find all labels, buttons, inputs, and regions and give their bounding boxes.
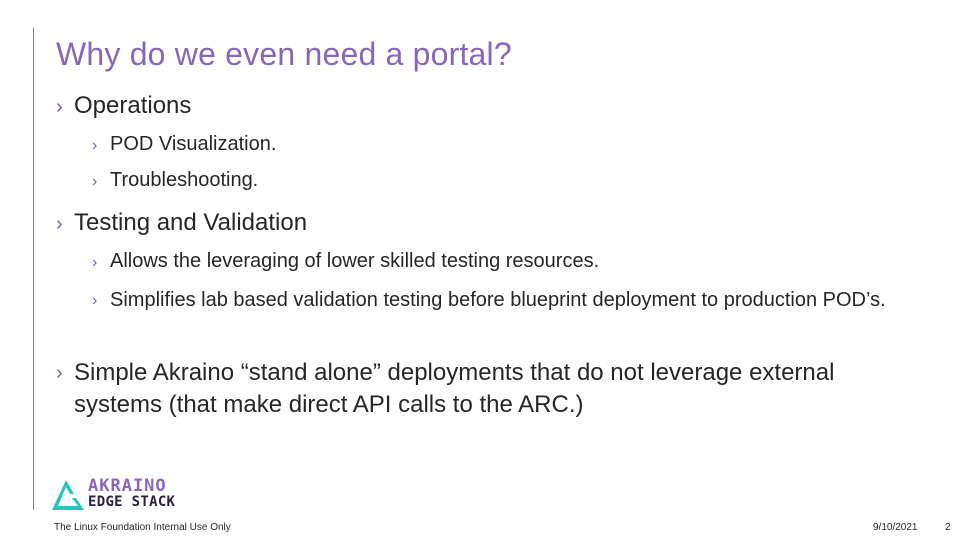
akraino-mark-icon — [52, 480, 84, 510]
chevron-bullet-icon: › — [92, 173, 98, 190]
chevron-bullet-icon: › — [92, 292, 98, 309]
bullet-text: Operations — [74, 92, 192, 119]
bullet-operations: › Operations — [56, 92, 191, 120]
slide-number: 2 — [945, 522, 951, 533]
logo-akraino-text: AKRAINO — [88, 476, 167, 496]
slide-title: Why do we even need a portal? — [56, 36, 512, 72]
chevron-bullet-icon: › — [92, 254, 98, 271]
chevron-bullet-icon: › — [56, 96, 63, 118]
bullet-text: Simple Akraino “stand alone” deployments… — [74, 359, 835, 418]
bullet-text: Simplifies lab based validation testing … — [110, 289, 886, 311]
sub-bullet-lower-skilled: › Allows the leveraging of lower skilled … — [92, 250, 599, 273]
chevron-bullet-icon: › — [56, 362, 63, 384]
akraino-logo: AKRAINO EDGE STACK — [50, 476, 190, 512]
left-vertical-rule — [33, 28, 34, 510]
bullet-text: POD Visualization. — [110, 133, 277, 155]
bullet-text: Testing and Validation — [74, 209, 308, 236]
sub-bullet-troubleshooting: › Troubleshooting. — [92, 169, 258, 192]
bullet-text: Allows the leveraging of lower skilled t… — [110, 250, 600, 272]
chevron-bullet-icon: › — [92, 137, 98, 154]
footer-confidentiality: The Linux Foundation Internal Use Only — [54, 522, 231, 533]
sub-bullet-lab-validation: › Simplifies lab based validation testing… — [92, 285, 912, 316]
footer-date: 9/10/2021 — [873, 522, 918, 533]
logo-edge-stack-text: EDGE STACK — [88, 494, 176, 510]
bullet-stand-alone: › Simple Akraino “stand alone” deployment… — [56, 357, 876, 421]
chevron-bullet-icon: › — [56, 213, 63, 235]
bullet-text: Troubleshooting. — [110, 169, 259, 191]
bullet-testing-validation: › Testing and Validation — [56, 209, 307, 237]
sub-bullet-pod-visualization: › POD Visualization. — [92, 133, 276, 156]
